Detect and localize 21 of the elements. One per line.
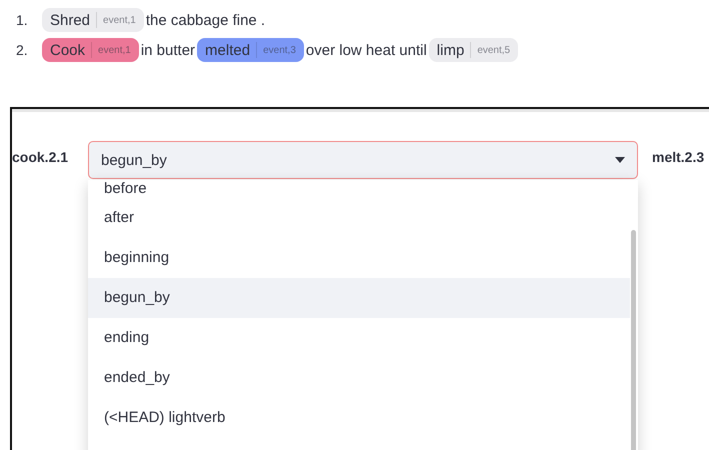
event-chip[interactable]: Shred event,1 [42,8,144,32]
sentence-text: in butter [140,42,196,58]
event-chip[interactable]: Cook event,1 [42,38,139,62]
event-label: cook.2.1 [12,148,70,165]
dropdown-option[interactable]: beginning [88,238,630,278]
dropdown-option[interactable]: begun_by [88,278,630,318]
event-chip[interactable]: melted event,3 [197,38,304,62]
list-number: 1. [16,12,29,28]
dropdown-option[interactable]: after [88,198,630,238]
event-chip[interactable]: limp event,5 [428,38,518,62]
event-label: melt.2.3 [651,148,704,165]
dropdown-option[interactable]: ended_by [88,358,630,398]
dropdown-option[interactable]: ending [88,318,630,358]
sentence-text: the cabbage fine . [146,12,266,28]
list-number: 2. [16,42,29,58]
dropdown-option[interactable]: (<HEAD) lightverb [88,398,630,438]
scrollbar[interactable] [631,230,636,450]
caret-icon [615,157,625,163]
relation-select[interactable]: begun_by [88,141,638,179]
sentence-text: over low heat until [306,42,427,58]
dropdown-option[interactable]: before [88,180,630,198]
